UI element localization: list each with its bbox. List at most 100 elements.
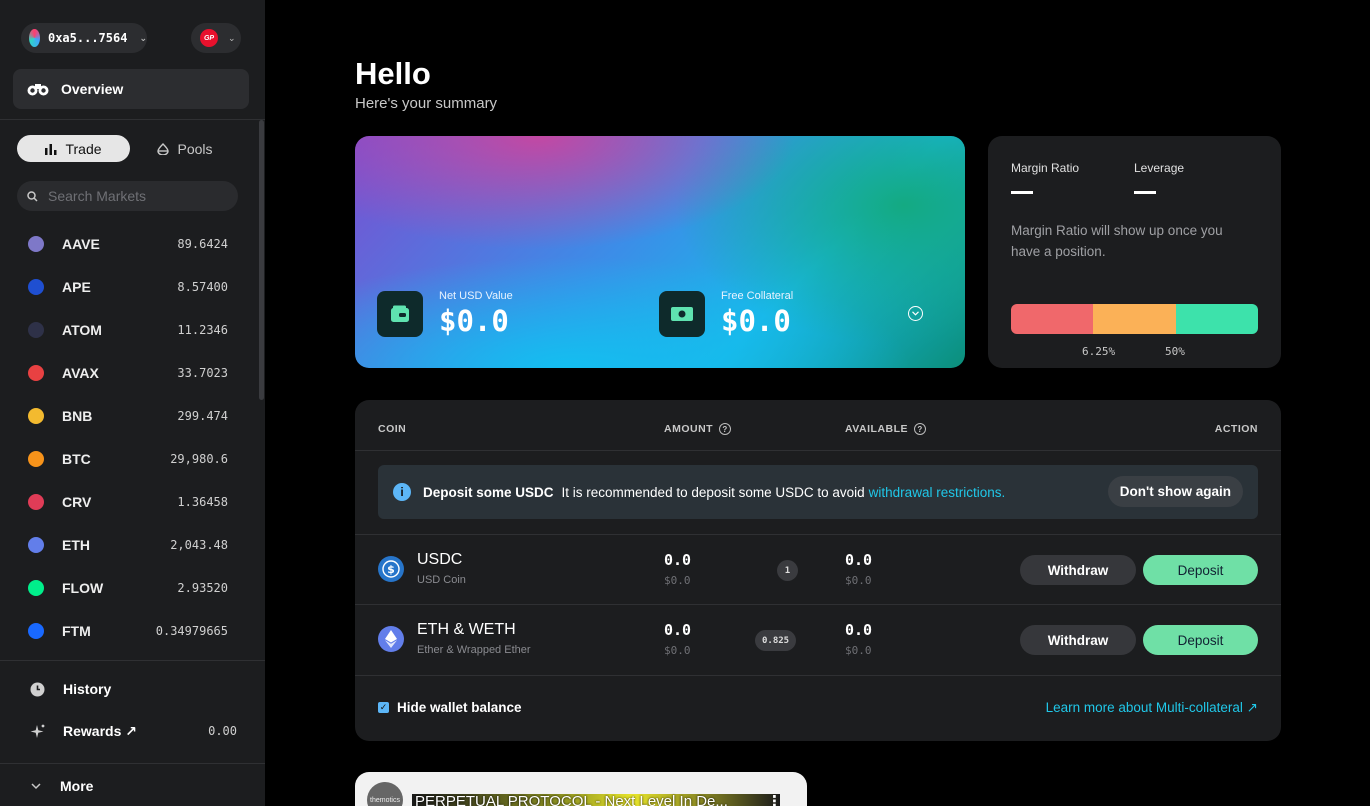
learn-more-link[interactable]: Learn more about Multi-collateral ↗ (1046, 700, 1258, 716)
withdraw-button[interactable]: Withdraw (1020, 625, 1136, 655)
market-price: 299.474 (177, 408, 228, 423)
summary-card: Net USD Value $0.0 Free Collateral $0.0 (355, 136, 965, 368)
margin-card: Margin Ratio Leverage Margin Ratio will … (988, 136, 1281, 368)
margin-tick-high: 50% (1165, 345, 1185, 358)
market-price: 89.6424 (177, 236, 228, 251)
search-input[interactable] (48, 188, 228, 204)
withdrawal-restrictions-link[interactable]: withdrawal restrictions. (869, 485, 1006, 500)
help-icon[interactable]: ? (914, 423, 927, 435)
market-item-btc[interactable]: BTC 29,980.6 (0, 437, 258, 480)
collateral-weight-badge: 0.825 (755, 630, 797, 651)
nav-rewards-label: Rewards ↗ (63, 722, 137, 739)
checkbox-checked-icon[interactable]: ✓ (378, 702, 389, 713)
market-item-avax[interactable]: AVAX 33.7023 (0, 351, 258, 394)
tab-trade[interactable]: Trade (17, 135, 130, 162)
page-title: Hello (355, 56, 431, 91)
wallet-icon (377, 291, 423, 337)
btc-icon (28, 450, 44, 467)
nav-rewards[interactable]: Rewards ↗ 0.00 (0, 716, 265, 746)
market-price: 1.36458 (177, 494, 228, 509)
market-price: 2,043.48 (170, 537, 228, 552)
help-icon[interactable]: ? (719, 423, 732, 435)
amount-value: 0.0 (664, 621, 692, 639)
market-symbol: AVAX (62, 364, 99, 381)
expand-chevron-icon[interactable] (908, 306, 923, 321)
market-item-crv[interactable]: CRV 1.36458 (0, 480, 258, 523)
info-icon: i (393, 483, 411, 501)
collateral-weight-badge: 1 (777, 560, 798, 581)
atom-icon (28, 321, 44, 338)
aave-icon (28, 235, 44, 252)
market-list: AAVE 89.6424 APE 8.57400 ATOM 11.2346 AVAX 33.7… (0, 222, 258, 652)
sidebar-scrollbar[interactable] (259, 120, 264, 400)
margin-tick-low: 6.25% (1082, 345, 1116, 358)
eth-icon (378, 626, 404, 652)
notice-title: Deposit some USDC (423, 484, 554, 500)
video-thumbnail[interactable]: themotics PERPETUAL PROTOCOL - Next Leve… (355, 772, 807, 806)
table-row: ETH & WETH Ether & Wrapped Ether 0.0 $0.… (355, 605, 1281, 675)
cash-icon (659, 291, 705, 337)
hide-wallet-balance[interactable]: ✓ Hide wallet balance (378, 700, 522, 715)
wallet-address: 0xa5...7564 (47, 31, 128, 45)
market-item-aave[interactable]: AAVE 89.6424 (0, 222, 258, 265)
market-symbol: AAVE (62, 235, 100, 252)
margin-ratio-placeholder (1011, 191, 1033, 194)
sidebar-divider (0, 763, 265, 764)
amount-value: 0.0 (664, 551, 692, 569)
usdc-notice: i Deposit some USDC It is recommended to… (378, 465, 1258, 519)
column-header-amount: AMOUNT ? (664, 423, 732, 435)
market-symbol: BTC (62, 450, 91, 467)
dont-show-again-button[interactable]: Don't show again (1107, 476, 1243, 507)
market-symbol: BNB (62, 407, 93, 424)
net-usd-stat: Net USD Value $0.0 (377, 290, 513, 338)
more-vertical-icon[interactable]: ⋮ (767, 792, 782, 806)
coin-fullname: USD Coin (417, 574, 466, 586)
ftm-icon (28, 622, 44, 639)
usdc-icon: $ (378, 556, 404, 582)
market-item-eth[interactable]: ETH 2,043.48 (0, 523, 258, 566)
withdraw-button[interactable]: Withdraw (1020, 555, 1136, 585)
market-price: 29,980.6 (170, 451, 228, 466)
market-item-flow[interactable]: FLOW 2.93520 (0, 566, 258, 609)
net-usd-label: Net USD Value (439, 290, 513, 302)
margin-ratio-bar (1011, 304, 1258, 334)
table-divider (355, 675, 1281, 676)
market-price: 11.2346 (177, 322, 228, 337)
free-collateral-value: $0.0 (721, 304, 791, 338)
market-price: 33.7023 (177, 365, 228, 380)
chevron-down-icon: ⌄ (228, 32, 236, 43)
nav-history[interactable]: History (0, 674, 265, 704)
coin-name: USDC (417, 551, 463, 568)
nav-history-label: History (63, 681, 112, 697)
drop-icon (157, 142, 170, 155)
flow-icon (28, 579, 44, 596)
wallet-selector[interactable]: 0xa5...7564 ⌄ (21, 23, 147, 53)
market-item-ape[interactable]: APE 8.57400 (0, 265, 258, 308)
deposit-button[interactable]: Deposit (1143, 625, 1258, 655)
column-header-coin: COIN (378, 423, 407, 435)
eth-icon (28, 536, 44, 553)
market-price: 8.57400 (177, 279, 228, 294)
tab-pools[interactable]: Pools (140, 135, 230, 162)
nav-overview[interactable]: Overview (13, 69, 249, 109)
available-usd: $0.0 (845, 574, 872, 587)
sparkle-icon (30, 724, 45, 738)
nav-more[interactable]: More (0, 771, 265, 801)
coin-fullname: Ether & Wrapped Ether (417, 644, 531, 656)
available-usd: $0.0 (845, 644, 872, 657)
market-symbol: ETH (62, 536, 90, 553)
avax-icon (28, 364, 44, 381)
margin-bar-segment (1175, 304, 1258, 334)
deposit-button[interactable]: Deposit (1143, 555, 1258, 585)
market-item-atom[interactable]: ATOM 11.2346 (0, 308, 258, 351)
market-symbol: ATOM (62, 321, 102, 338)
search-icon (27, 190, 38, 202)
binoculars-icon (27, 84, 49, 96)
tab-trade-label: Trade (65, 140, 102, 157)
network-selector[interactable]: GP ⌄ (191, 23, 241, 53)
column-header-available: AVAILABLE ? (845, 423, 927, 435)
market-item-bnb[interactable]: BNB 299.474 (0, 394, 258, 437)
leverage-label: Leverage (1134, 161, 1185, 175)
bar-chart-icon (45, 143, 57, 155)
market-item-ftm[interactable]: FTM 0.34979665 (0, 609, 258, 652)
